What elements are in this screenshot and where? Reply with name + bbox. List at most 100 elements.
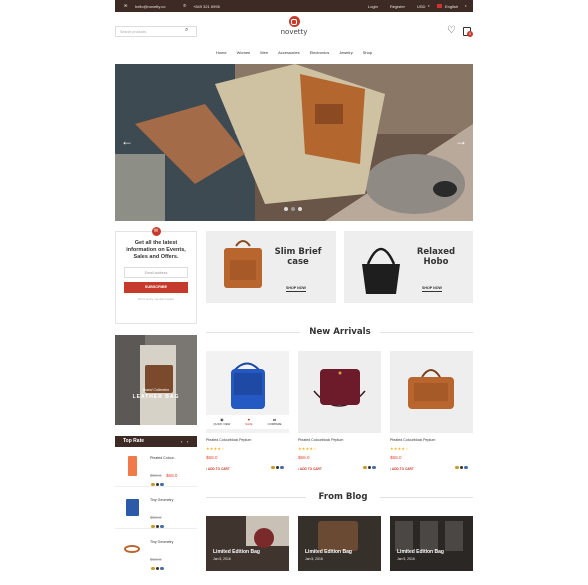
login-link[interactable]: Login xyxy=(368,4,378,9)
promo-slim-briefcase[interactable]: Slim Brief case SHOP NOW xyxy=(206,231,336,303)
slider-dots xyxy=(284,207,302,211)
add-to-cart-button[interactable]: ▪ ADD TO CART xyxy=(298,467,322,471)
logo-text: novetty xyxy=(280,28,308,36)
promo-title-line1: Relaxed xyxy=(416,247,456,257)
logo[interactable]: novetty xyxy=(280,16,308,36)
blog-card[interactable]: Limited Edition Bag Jan 5, 2016 xyxy=(390,516,473,571)
rating-stars: ★★★★☆ xyxy=(206,446,225,451)
product-name[interactable]: Pleated Colourblock Peplum xyxy=(298,438,343,442)
product-name: Tiny Geometry xyxy=(150,498,174,502)
top-rate-list: Pleated Colour.. $58.0 $68.0 Tiny Geomet… xyxy=(115,447,197,577)
chevron-down-icon: ▾ xyxy=(428,4,430,8)
add-to-cart-label: ADD TO CART xyxy=(299,467,322,471)
add-to-cart-label: ADD TO CART xyxy=(207,467,230,471)
add-to-cart-button[interactable]: ▪ ADD TO CART xyxy=(390,467,414,471)
blog-image xyxy=(390,516,473,571)
product-name[interactable]: Pleated Colourblock Peplum xyxy=(206,438,251,442)
heart-icon[interactable]: ♡ xyxy=(447,26,456,36)
nav-home[interactable]: Home xyxy=(216,50,227,55)
shop-now-label: SHOP NOW xyxy=(422,286,442,292)
hero-slider[interactable]: ← → xyxy=(115,64,473,221)
hobo-bag-image xyxy=(362,247,400,294)
banner-image xyxy=(115,335,197,425)
chevron-left-icon[interactable]: ‹ xyxy=(181,436,182,447)
nav-electronics[interactable]: Electronics xyxy=(310,50,330,55)
subscribe-button[interactable]: SUBSCRIBE xyxy=(124,282,188,293)
logo-icon xyxy=(288,16,300,27)
blog-image xyxy=(206,516,289,571)
nav-women[interactable]: Women xyxy=(237,50,251,55)
product-thumb xyxy=(128,456,137,476)
list-item[interactable]: Tiny Geometry $58.0 xyxy=(115,489,197,529)
add-to-cart-label: ADD TO CART xyxy=(391,467,414,471)
promo-relaxed-hobo[interactable]: Relaxed Hobo SHOP NOW xyxy=(344,231,473,303)
add-to-cart-button[interactable]: ▪ ADD TO CART xyxy=(206,467,230,471)
color-swatches xyxy=(454,456,468,474)
divider xyxy=(206,497,306,498)
blog-title[interactable]: Limited Edition Bag xyxy=(305,549,352,555)
blog-title[interactable]: Limited Edition Bag xyxy=(213,549,260,555)
slider-dot[interactable] xyxy=(284,207,288,211)
product-card[interactable]: Pleated Colourblock Peplum ★★★★☆ $68.0 ▪… xyxy=(390,351,473,476)
nav-accessories[interactable]: Accessories xyxy=(278,50,300,55)
search-placeholder: Search products xyxy=(120,29,147,34)
compare-label: COMPARE xyxy=(267,422,282,426)
chevron-right-icon[interactable]: › xyxy=(187,436,188,447)
shop-now-link[interactable]: SHOP NOW xyxy=(422,276,442,294)
blog-card[interactable]: Limited Edition Bag Jan 5, 2016 xyxy=(206,516,289,571)
new-arrivals-heading: New Arrivals xyxy=(300,327,380,337)
list-item[interactable]: Tiny Geometry $58.0 xyxy=(115,531,197,571)
search-icon[interactable]: ⌕ xyxy=(185,27,188,34)
promo-title-line1: Slim Brief xyxy=(274,247,322,257)
product-name[interactable]: Pleated Colourblock Peplum xyxy=(390,438,435,442)
newsletter-text: Get all the latest information on Events… xyxy=(126,240,186,260)
product-thumb xyxy=(126,499,139,516)
divider xyxy=(206,332,300,333)
shop-now-link[interactable]: SHOP NOW xyxy=(286,276,306,294)
briefcase-image xyxy=(224,240,262,288)
newsletter-box: ✉ Get all the latest information on Even… xyxy=(115,227,197,324)
color-swatches xyxy=(362,456,376,474)
divider xyxy=(380,497,473,498)
rating-stars: ★★★★☆ xyxy=(298,446,317,451)
blog-card[interactable]: Limited Edition Bag Jan 5, 2016 xyxy=(298,516,381,571)
promo-title: Relaxed Hobo xyxy=(404,247,468,267)
product-price: $68.0 xyxy=(298,455,310,460)
quick-view-button[interactable]: ◉ QUICK VIEW xyxy=(214,417,231,429)
save-label: SAVE xyxy=(245,422,253,426)
save-button[interactable]: ♥ SAVE xyxy=(245,417,252,429)
product-card[interactable]: ◉ QUICK VIEW ♥ SAVE ⇄ COMPARE Pleated Colou… xyxy=(206,351,289,476)
divider xyxy=(380,332,473,333)
rating-stars: ★★★★☆ xyxy=(390,446,409,451)
register-link[interactable]: Register xyxy=(390,4,405,9)
section-title: From Blog xyxy=(318,492,368,502)
chevron-down-icon: ▾ xyxy=(465,4,467,8)
currency-select[interactable]: USD xyxy=(417,4,425,9)
mail-icon: ✉ xyxy=(124,3,128,8)
promo-title-line2: case xyxy=(287,257,309,267)
section-title: New Arrivals xyxy=(309,327,371,337)
color-swatches xyxy=(150,557,164,575)
hero-image xyxy=(115,64,473,221)
leather-bag-banner[interactable]: Brand Collection LEATHER BAG xyxy=(115,335,197,425)
product-card[interactable]: Pleated Colourblock Peplum ★★★★☆ $68.0 ▪… xyxy=(298,351,381,476)
nav-jewelry[interactable]: Jewelry xyxy=(339,50,353,55)
slider-dot[interactable] xyxy=(291,207,295,211)
blog-title[interactable]: Limited Edition Bag xyxy=(397,549,444,555)
slider-dot[interactable] xyxy=(298,207,302,211)
product-name: Tiny Geometry xyxy=(150,540,174,544)
blog-date: Jan 5, 2016 xyxy=(305,557,323,561)
next-slide-icon[interactable]: → xyxy=(455,135,467,147)
nav-shop[interactable]: Shop xyxy=(363,50,372,55)
product-price: $68.0 xyxy=(390,455,402,460)
prev-slide-icon[interactable]: ← xyxy=(121,135,133,147)
compare-button[interactable]: ⇄ COMPARE xyxy=(268,417,282,429)
topbar-email[interactable]: hello@novetty.co xyxy=(135,4,165,9)
list-item[interactable]: Pleated Colour.. $58.0 $68.0 xyxy=(115,447,197,487)
newsletter-note: Don't worry, we don't spam xyxy=(138,297,174,301)
blog-image xyxy=(298,516,381,571)
language-select[interactable]: English xyxy=(445,4,458,9)
email-field[interactable]: Email address xyxy=(124,267,188,278)
nav-men[interactable]: Men xyxy=(260,50,268,55)
top-bar: ✉ hello@novetty.co ✆ +849 321 6996 Login… xyxy=(115,0,473,12)
